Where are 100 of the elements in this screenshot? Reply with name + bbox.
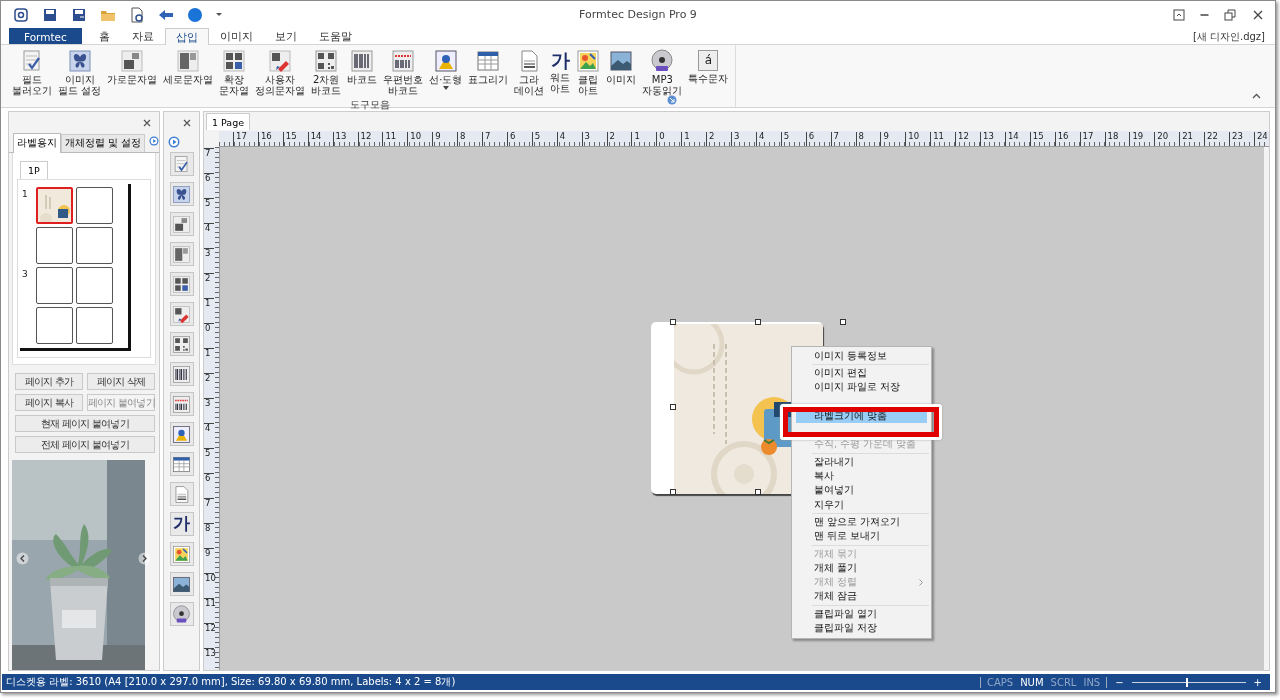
zoom-out-button[interactable]: − xyxy=(1115,676,1124,688)
butterfly-icon xyxy=(172,184,191,204)
menu-item[interactable]: 잘라내기 xyxy=(792,455,931,470)
resize-handle[interactable] xyxy=(755,319,761,325)
ruler-number: 2 xyxy=(706,132,715,146)
play-icon[interactable] xyxy=(168,136,180,148)
ruler-number: 14 xyxy=(307,132,322,146)
label-thumbnail[interactable] xyxy=(76,267,113,305)
ribbon-button[interactable]: 가 워드 아트 xyxy=(547,49,574,94)
menu-item[interactable]: 개체 풀기 xyxy=(792,561,931,576)
ribbon-button[interactable]: 그라 데이션 xyxy=(511,49,548,96)
label-thumbnail[interactable] xyxy=(36,267,73,305)
ribbon-button[interactable]: 클립 아트 xyxy=(573,49,604,96)
label-thumbnail[interactable] xyxy=(36,307,73,345)
window-title: Formtec Design Pro 9 xyxy=(579,8,697,21)
menu-item[interactable]: 맨 뒤로 보내기 xyxy=(792,529,931,544)
save-icon xyxy=(42,6,58,23)
tool-button[interactable] xyxy=(169,572,194,596)
panel-tab[interactable]: 개체정렬 및 설정 xyxy=(61,134,146,153)
menu-item[interactable]: 이미지 등록정보 xyxy=(792,349,931,364)
tool-button[interactable] xyxy=(169,362,194,386)
tool-button[interactable] xyxy=(169,302,194,326)
ruler-number: 13 xyxy=(332,132,347,146)
close-icon xyxy=(143,118,151,127)
label-thumbnail[interactable] xyxy=(36,227,73,265)
close-button[interactable] xyxy=(181,117,193,129)
ruler-number: 6 xyxy=(805,132,815,146)
landscape-icon xyxy=(609,49,634,73)
ribbon-tab[interactable]: 이미지 xyxy=(208,28,264,44)
ribbon-button[interactable]: 이미지 필드 설정 xyxy=(55,49,105,96)
page-button[interactable]: 전체 페이지 붙여넣기 xyxy=(15,436,155,454)
label-thumbnail[interactable] xyxy=(36,187,73,225)
menu-item[interactable]: 클립파일 열기 xyxy=(792,607,931,622)
ribbon-tab[interactable]: 홈 xyxy=(87,28,121,44)
tool-button[interactable] xyxy=(169,422,194,446)
page-button[interactable]: 페이지 삭제 xyxy=(87,373,155,391)
ribbon-tab[interactable]: 보기 xyxy=(263,28,308,44)
ruler-number: 9 xyxy=(880,132,889,146)
tool-button[interactable] xyxy=(169,182,194,206)
label-thumbnail[interactable] xyxy=(76,187,113,225)
menu-item[interactable]: 이미지 파일로 저장 xyxy=(792,380,931,395)
page-tab[interactable]: 1P xyxy=(20,161,48,180)
tool-button[interactable] xyxy=(169,392,194,416)
gradient-icon xyxy=(172,484,191,504)
menu-item[interactable]: 복사 xyxy=(792,469,931,484)
page-button[interactable]: 현재 페이지 붙여넣기 xyxy=(15,415,155,433)
ribbon-button[interactable]: 2차원 바코드 xyxy=(308,49,345,96)
ribbon-tab[interactable]: 도움말 xyxy=(307,28,363,44)
tool-button[interactable] xyxy=(169,452,194,476)
page-tab[interactable]: 1 Page xyxy=(206,113,251,130)
ruler-number: 2 xyxy=(204,373,214,383)
collapse-ribbon-button[interactable] xyxy=(1252,93,1261,99)
ribbon-button[interactable]: 이미지 xyxy=(603,49,640,85)
ribbon-button[interactable]: 확장 문자열 xyxy=(216,49,253,96)
ruler-number: 8 xyxy=(204,523,214,533)
resize-handle[interactable] xyxy=(670,319,676,325)
tool-button[interactable] xyxy=(169,272,194,296)
tool-button[interactable] xyxy=(169,242,194,266)
ribbon-button[interactable]: 세로문자열 xyxy=(160,49,217,85)
label-thumbnail[interactable] xyxy=(76,307,113,345)
ruler-number: 14 xyxy=(1004,132,1019,146)
resize-handle[interactable] xyxy=(670,404,676,410)
ribbon-button[interactable]: 선·도형 xyxy=(426,49,466,90)
menu-item[interactable]: 클립파일 저장 xyxy=(792,621,931,636)
ribbon-button[interactable]: 사용자 정의문자열 xyxy=(252,49,309,96)
ribbon-button[interactable]: 필드 불러오기 xyxy=(9,49,55,96)
resize-handle[interactable] xyxy=(670,489,676,495)
ribbon-tab[interactable]: 자료 xyxy=(120,28,165,44)
resize-handle[interactable] xyxy=(755,489,761,495)
slider-thumb[interactable] xyxy=(1186,677,1189,687)
ribbon-button[interactable]: 바코드 xyxy=(344,49,381,85)
ruler-number: 7 xyxy=(830,132,839,146)
panel-tab[interactable]: 라벨용지 xyxy=(13,133,61,154)
tool-button[interactable] xyxy=(169,332,194,356)
page-button[interactable]: 페이지 복사 xyxy=(15,394,83,412)
ruler-number: 16 xyxy=(257,132,272,146)
ribbon-button[interactable]: 우편번호 바코드 xyxy=(380,49,427,96)
label-thumbnail[interactable] xyxy=(76,227,113,265)
menu-item[interactable]: 이미지 편집 xyxy=(792,366,931,381)
menu-item[interactable]: 붙여넣기 xyxy=(792,483,931,498)
ruler-number: 6 xyxy=(506,132,516,146)
menu-item[interactable]: 개체 잠금 xyxy=(792,589,931,605)
resize-handle[interactable] xyxy=(840,319,846,325)
menu-item[interactable]: 지우기 xyxy=(792,497,931,513)
ribbon-button[interactable]: á 특수문자 xyxy=(685,49,732,84)
pen-icon xyxy=(268,49,293,73)
ribbon-button[interactable]: MP3 자동읽기 xyxy=(639,49,686,96)
ribbon-button[interactable]: 가로문자열 xyxy=(104,49,161,85)
menu-item[interactable]: 맨 앞으로 가져오기 xyxy=(792,515,931,530)
zoom-in-button[interactable]: + xyxy=(1253,676,1262,688)
tool-button[interactable] xyxy=(169,212,194,236)
play-icon[interactable] xyxy=(149,135,159,148)
landscape-icon xyxy=(172,574,191,594)
dialog-launcher-icon[interactable] xyxy=(667,95,677,105)
tool-button[interactable] xyxy=(169,602,194,626)
page-button[interactable]: 페이지 추가 xyxy=(15,373,83,391)
ribbon-tab[interactable]: 삽입 xyxy=(164,28,209,45)
ribbon-button[interactable]: 표그리기 xyxy=(465,49,512,85)
file-tab[interactable]: Formtec xyxy=(9,28,82,44)
key-indicator: INS xyxy=(1083,676,1101,688)
